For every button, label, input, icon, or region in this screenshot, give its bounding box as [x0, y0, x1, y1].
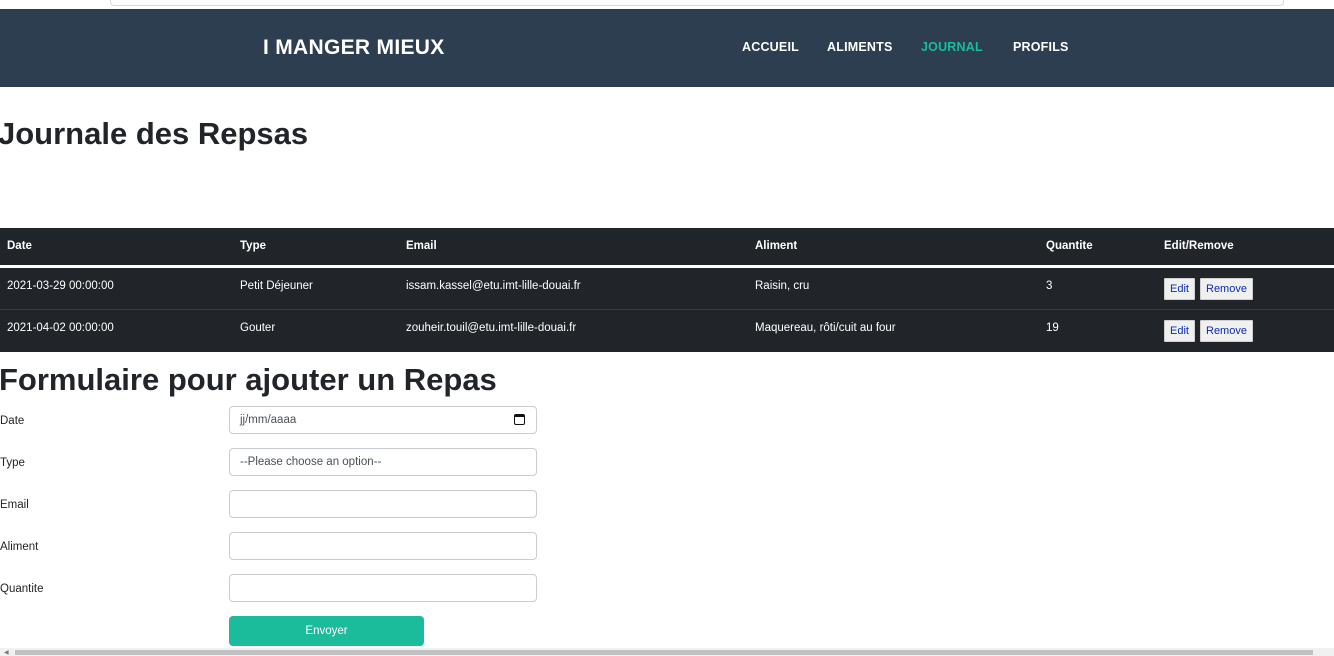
- email-label: Email: [0, 499, 29, 511]
- meals-table: Date Type Email Aliment Quantite Edit/Re…: [0, 228, 1334, 352]
- calendar-icon[interactable]: [514, 414, 525, 425]
- header-email: Email: [406, 240, 437, 252]
- quantite-label: Quantite: [0, 583, 44, 595]
- quantite-field[interactable]: [229, 574, 537, 602]
- header-aliment: Aliment: [755, 240, 798, 252]
- table-header: Date Type Email Aliment Quantite Edit/Re…: [0, 228, 1334, 268]
- cell-date: 2021-04-02 00:00:00: [7, 322, 114, 334]
- header-date: Date: [7, 240, 32, 252]
- submit-button[interactable]: Envoyer: [229, 616, 424, 646]
- cell-quantite: 3: [1046, 280, 1053, 292]
- nav-link-accueil[interactable]: ACCUEIL: [742, 40, 799, 54]
- type-select[interactable]: --Please choose an option--: [229, 448, 537, 476]
- aliment-label: Aliment: [0, 541, 39, 553]
- table-row: 2021-03-29 00:00:00 Petit Déjeuner issam…: [0, 268, 1334, 309]
- cell-date: 2021-03-29 00:00:00: [7, 280, 114, 292]
- edit-button[interactable]: Edit: [1164, 320, 1195, 342]
- date-label: Date: [0, 415, 25, 427]
- cell-email: zouheir.touil@etu.imt-lille-douai.fr: [406, 322, 577, 334]
- header-quantite: Quantite: [1046, 240, 1093, 252]
- table-row: 2021-04-02 00:00:00 Gouter zouheir.touil…: [0, 309, 1334, 351]
- nav-link-profils[interactable]: PROFILS: [1013, 40, 1069, 54]
- scrollbar-thumb[interactable]: [15, 650, 1313, 655]
- form-title: Formulaire pour ajouter un Repas: [0, 362, 497, 397]
- nav-link-journal[interactable]: JOURNAL: [921, 40, 983, 54]
- date-placeholder: jj/mm/aaaa: [240, 414, 297, 426]
- page-title: Journale des Repsas: [0, 116, 309, 151]
- header-type: Type: [240, 240, 266, 252]
- cell-type: Petit Déjeuner: [240, 280, 313, 292]
- type-selected-value: --Please choose an option--: [240, 456, 382, 468]
- date-input[interactable]: jj/mm/aaaa: [229, 406, 537, 434]
- browser-top-strip: [0, 0, 1334, 9]
- aliment-field[interactable]: [229, 532, 537, 560]
- header-edit-remove: Edit/Remove: [1164, 240, 1234, 252]
- remove-button[interactable]: Remove: [1200, 320, 1253, 342]
- email-field[interactable]: [229, 490, 537, 518]
- edit-button[interactable]: Edit: [1164, 278, 1195, 300]
- horizontal-scrollbar[interactable]: ◀: [0, 648, 1334, 656]
- cell-aliment: Maquereau, rôti/cuit au four: [755, 322, 896, 334]
- brand-logo[interactable]: I MANGER MIEUX: [263, 36, 445, 60]
- cell-quantite: 19: [1046, 322, 1059, 334]
- scroll-left-icon[interactable]: ◀: [4, 649, 9, 656]
- cell-email: issam.kassel@etu.imt-lille-douai.fr: [406, 280, 581, 292]
- nav-link-aliments[interactable]: ALIMENTS: [827, 40, 893, 54]
- cell-type: Gouter: [240, 322, 276, 334]
- remove-button[interactable]: Remove: [1200, 278, 1253, 300]
- cell-aliment: Raisin, cru: [755, 280, 810, 292]
- type-label: Type: [0, 457, 25, 469]
- browser-address-bar-edge: [110, 0, 1284, 6]
- navbar: I MANGER MIEUX ACCUEIL ALIMENTS JOURNAL …: [0, 9, 1334, 87]
